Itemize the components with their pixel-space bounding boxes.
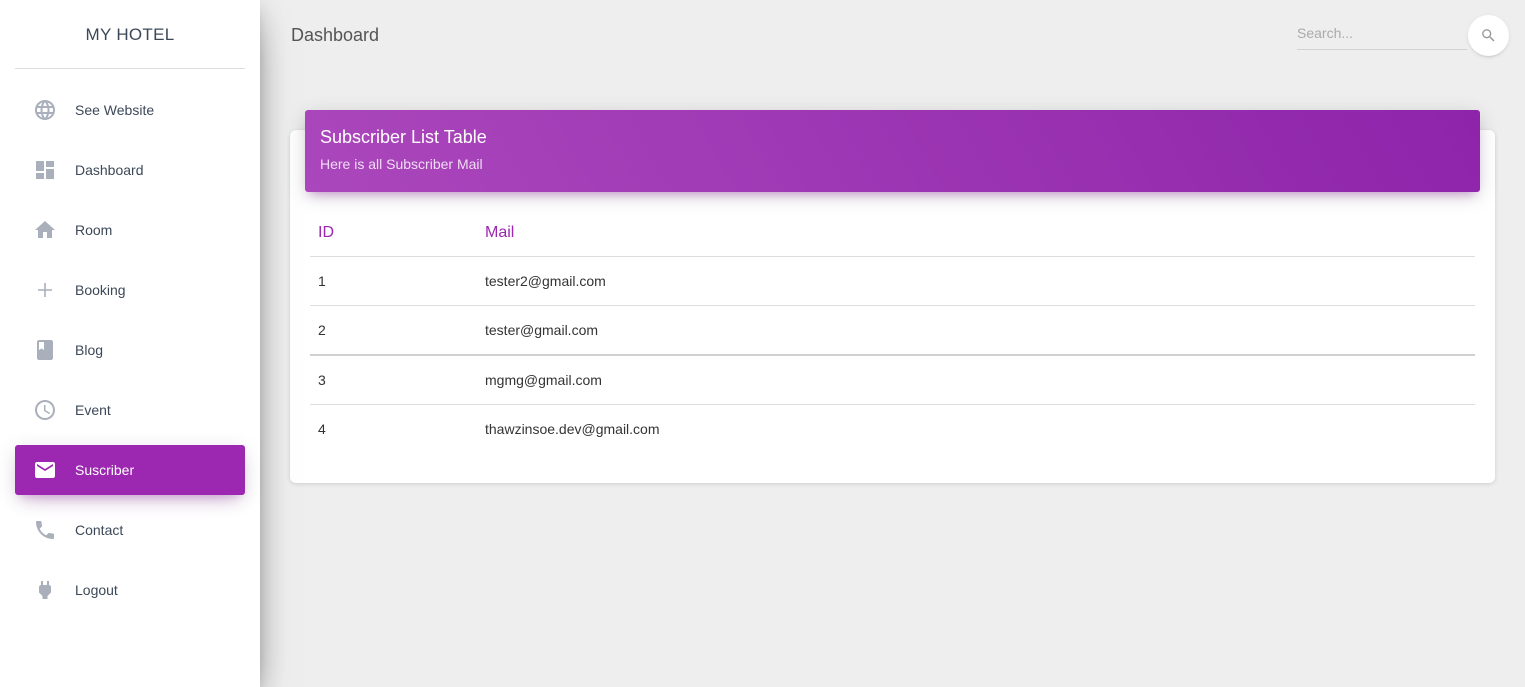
home-icon bbox=[33, 218, 57, 242]
table-row: 2 tester@gmail.com bbox=[310, 305, 1475, 356]
sidebar-item-dashboard[interactable]: Dashboard bbox=[15, 145, 245, 195]
cell-mail: tester@gmail.com bbox=[477, 305, 1475, 356]
sidebar-item-label: Logout bbox=[75, 582, 118, 598]
column-header-mail: Mail bbox=[477, 210, 1475, 257]
table-header-row: ID Mail bbox=[310, 210, 1475, 257]
sidebar-nav: See Website Dashboard Room Booking Blog bbox=[15, 85, 245, 625]
cell-mail: mgmg@gmail.com bbox=[477, 355, 1475, 405]
cell-id: 4 bbox=[318, 421, 326, 437]
sidebar-item-label: Blog bbox=[75, 342, 104, 358]
sidebar-item-contact[interactable]: Contact bbox=[15, 505, 245, 555]
sidebar-item-label: Event bbox=[75, 402, 111, 418]
sidebar-item-blog[interactable]: Blog bbox=[15, 325, 245, 375]
cell-mail: tester2@gmail.com bbox=[477, 256, 1475, 306]
sidebar-item-label: Booking bbox=[75, 282, 126, 298]
plug-icon bbox=[33, 578, 57, 602]
clock-icon bbox=[33, 398, 57, 422]
cell-id: 2 bbox=[310, 305, 477, 356]
sidebar: MY HOTEL See Website Dashboard Room Book… bbox=[0, 0, 260, 687]
dashboard-icon bbox=[33, 158, 57, 182]
sidebar-item-label: Room bbox=[75, 222, 113, 238]
globe-icon bbox=[33, 98, 57, 122]
table-row: 3 mgmg@gmail.com bbox=[310, 355, 1475, 405]
cell-mail: thawzinsoe.dev@gmail.com bbox=[485, 421, 660, 437]
subscriber-card: Subscriber List Table Here is all Subscr… bbox=[290, 110, 1495, 483]
sidebar-item-suscriber[interactable]: Suscriber bbox=[15, 445, 245, 495]
card-header: Subscriber List Table Here is all Subscr… bbox=[305, 110, 1480, 192]
plus-icon bbox=[33, 278, 57, 302]
sidebar-item-room[interactable]: Room bbox=[15, 205, 245, 255]
column-header-id: ID bbox=[310, 210, 477, 257]
search-button[interactable] bbox=[1468, 15, 1509, 56]
mail-icon bbox=[33, 458, 57, 482]
sidebar-item-label: Suscriber bbox=[75, 462, 135, 478]
phone-icon bbox=[33, 518, 57, 542]
sidebar-item-booking[interactable]: Booking bbox=[15, 265, 245, 315]
sidebar-item-event[interactable]: Event bbox=[15, 385, 245, 435]
table-row: 4 thawzinsoe.dev@gmail.com bbox=[310, 405, 1475, 454]
search-input[interactable] bbox=[1297, 18, 1462, 48]
book-icon bbox=[33, 338, 57, 362]
search-field bbox=[1297, 18, 1467, 50]
card-subtitle: Here is all Subscriber Mail bbox=[320, 156, 483, 172]
cell-id: 1 bbox=[310, 256, 477, 306]
sidebar-item-see-website[interactable]: See Website bbox=[15, 85, 245, 135]
cell-id: 3 bbox=[310, 355, 477, 405]
sidebar-item-label: Contact bbox=[75, 522, 124, 538]
subscriber-table: ID Mail 1 tester2@gmail.com 2 tester@gma… bbox=[310, 210, 1475, 453]
sidebar-item-label: See Website bbox=[75, 102, 155, 118]
page-title[interactable]: Dashboard bbox=[291, 23, 379, 47]
card-title: Subscriber List Table bbox=[320, 127, 487, 147]
sidebar-item-label: Dashboard bbox=[75, 162, 144, 178]
sidebar-item-logout[interactable]: Logout bbox=[15, 565, 245, 615]
table-row: 1 tester2@gmail.com bbox=[310, 256, 1475, 306]
logo-text[interactable]: MY HOTEL bbox=[15, 0, 245, 69]
search-icon bbox=[1482, 29, 1495, 42]
